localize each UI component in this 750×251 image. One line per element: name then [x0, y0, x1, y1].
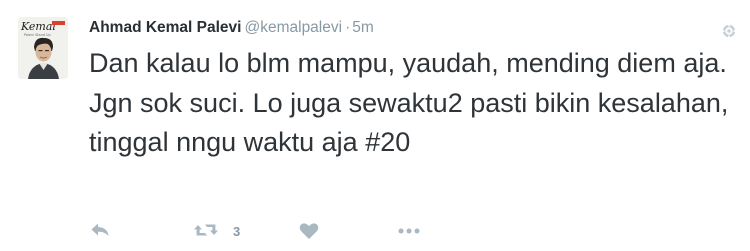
tweet-header: Ahmad Kemal Palevi @kemalpalevi · 5m — [89, 18, 374, 38]
retweet-icon[interactable] — [193, 222, 219, 238]
gear-icon[interactable] — [722, 24, 736, 38]
more-icon[interactable] — [398, 222, 420, 238]
avatar-image: Kemal Palevi Stand Up — [18, 17, 68, 79]
tweet-text: Dan kalau lo blm mampu, yaudah, mending … — [89, 48, 729, 157]
reply-icon[interactable] — [90, 222, 110, 238]
author-name[interactable]: Ahmad Kemal Palevi — [89, 19, 241, 36]
tweet-timestamp[interactable]: 5m — [352, 19, 374, 36]
meta-separator: · — [345, 19, 351, 36]
tweet: Kemal Palevi Stand Up Ahmad Kemal Palevi… — [0, 0, 750, 251]
avatar-logo-subtext: Palevi Stand Up — [24, 33, 51, 37]
author-handle[interactable]: @kemalpalevi — [244, 19, 342, 36]
avatar[interactable]: Kemal Palevi Stand Up — [18, 17, 68, 79]
avatar-logo-text: Kemal — [20, 20, 56, 33]
heart-icon[interactable] — [299, 222, 319, 240]
retweet-count: 3 — [233, 224, 241, 239]
